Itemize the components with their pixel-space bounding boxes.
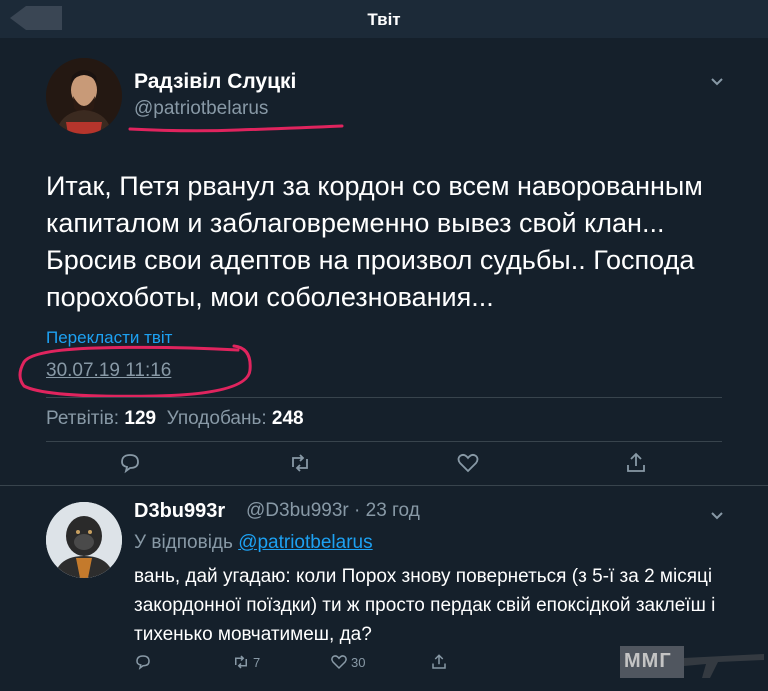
author-name[interactable]: Радзівіл Слуцкі <box>134 70 296 94</box>
tweet-stats: Ретвітів: 129 Уподобань: 248 <box>46 408 304 430</box>
red-circle-annotation <box>18 344 252 398</box>
avatar[interactable] <box>46 58 122 134</box>
retweet-icon[interactable] <box>288 451 312 475</box>
chevron-down-icon[interactable] <box>710 74 724 92</box>
divider <box>46 441 722 442</box>
share-icon[interactable] <box>624 451 648 475</box>
chevron-down-icon[interactable] <box>710 508 724 526</box>
like-icon[interactable] <box>456 451 480 475</box>
page-title: Твіт <box>367 10 401 29</box>
likes-count[interactable]: 248 <box>272 408 304 429</box>
watermark-text: ММГ <box>624 650 672 672</box>
reply-to-prefix: У відповідь <box>134 532 233 553</box>
top-bar: Твіт <box>0 0 768 38</box>
reply-author-name[interactable]: D3bu993r <box>134 500 225 523</box>
share-icon <box>432 654 446 669</box>
divider <box>0 485 768 486</box>
reply-retweet-count: 7 <box>253 654 261 670</box>
reply-like-button[interactable]: 30 <box>330 652 365 672</box>
reply-avatar[interactable] <box>46 502 122 578</box>
reply-share-button[interactable] <box>430 652 448 672</box>
reply-retweet-button[interactable]: 7 <box>232 652 260 672</box>
likes-label: Уподобань: <box>166 408 267 429</box>
like-icon <box>331 655 347 670</box>
retweets-label: Ретвітів: <box>46 408 120 429</box>
red-underline-annotation <box>128 124 344 133</box>
reply-reply-button[interactable] <box>134 652 152 672</box>
divider <box>46 397 722 398</box>
reply-icon <box>136 655 150 670</box>
reply-author-handle[interactable]: @D3bu993r · 23 год <box>246 500 420 522</box>
tweet-text: Итак, Петя рванул за кордон со всем наво… <box>46 171 703 312</box>
author-handle[interactable]: @patriotbelarus <box>134 98 268 120</box>
reply-like-count: 30 <box>351 654 366 670</box>
reply-to-handle-link[interactable]: @patriotbelarus <box>238 532 372 553</box>
reply-to-line: У відповідь @patriotbelarus <box>134 532 373 554</box>
reply-text: вань, дай угадаю: коли Порох знову повер… <box>134 566 716 645</box>
watermark: ММГ <box>618 638 768 686</box>
retweet-icon <box>235 655 247 669</box>
retweets-count[interactable]: 129 <box>124 408 156 429</box>
reply-icon[interactable] <box>118 451 142 475</box>
